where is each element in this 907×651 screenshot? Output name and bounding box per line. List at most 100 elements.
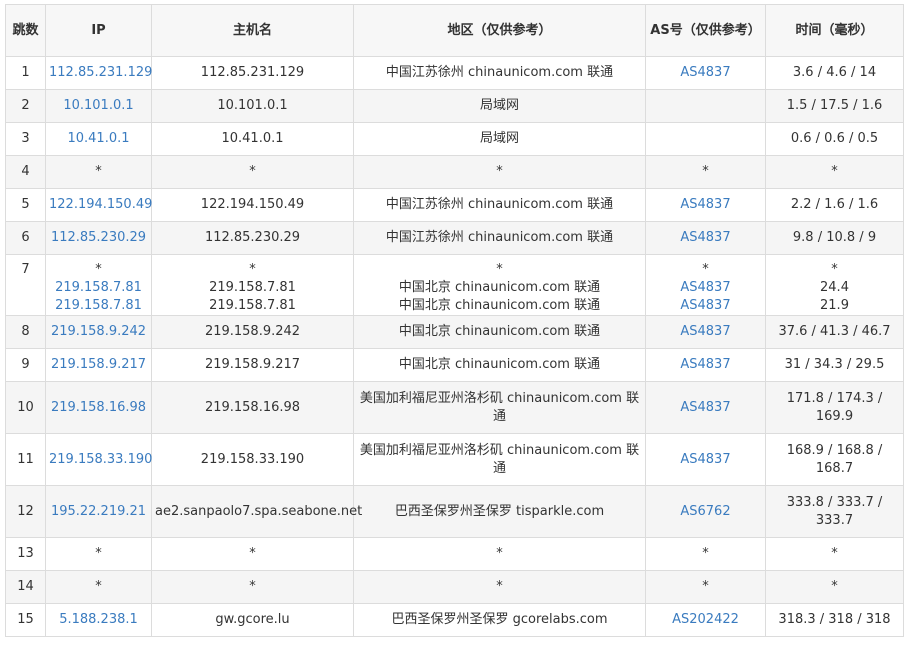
as-link[interactable]: AS4837 (649, 356, 762, 374)
as-link[interactable]: AS4837 (649, 399, 762, 417)
ip-link[interactable]: 5.188.238.1 (49, 611, 148, 629)
ip-cell: * 219.158.7.81 219.158.7.81 (45, 254, 152, 316)
as-link[interactable]: AS4837 (649, 229, 762, 247)
as-link[interactable]: AS202422 (649, 611, 762, 629)
time-text: 31 / 34.3 / 29.5 (784, 357, 885, 372)
as-link[interactable]: AS4837 (649, 323, 762, 341)
ip-text: * (95, 262, 102, 277)
ip-link[interactable]: 219.158.7.81 (49, 279, 148, 297)
as-link[interactable]: AS4837 (649, 196, 762, 214)
ip-link[interactable]: 219.158.7.81 (49, 297, 148, 315)
table-row: 3 10.41.0.1 10.41.0.1 局域网 0.6 / 0.6 / 0.5 (5, 122, 904, 156)
hostname-text: 219.158.9.242 (204, 324, 301, 339)
time-cell: 9.8 / 10.8 / 9 (765, 221, 904, 255)
hostname-text: 219.158.9.217 (204, 357, 301, 372)
region-text: 中国北京 chinaunicom.com 联通 (398, 298, 601, 313)
ip-cell: 122.194.150.49 (45, 188, 152, 222)
ip-link[interactable]: 10.41.0.1 (49, 130, 148, 148)
hostname-cell: 10.101.0.1 (151, 89, 354, 123)
hostname-text: * (249, 262, 256, 277)
ip-cell: 195.22.219.21 (45, 485, 152, 538)
hostname-text: * (249, 546, 256, 561)
region-text: 中国北京 chinaunicom.com 联通 (398, 280, 601, 295)
hostname-text: 219.158.33.190 (200, 451, 305, 467)
region-cell: 中国江苏徐州 chinaunicom.com 联通 (353, 188, 646, 222)
time-text: 24.4 (820, 280, 849, 295)
hostname-cell: * (151, 537, 354, 571)
region-text: 局域网 (479, 98, 519, 113)
hop-cell: 14 (5, 570, 46, 604)
hop-cell: 4 (5, 155, 46, 189)
hostname-cell: 10.41.0.1 (151, 122, 354, 156)
ip-link[interactable]: 219.158.33.190 (49, 451, 152, 469)
time-cell: 1.5 / 17.5 / 1.6 (765, 89, 904, 123)
ip-cell: * (45, 537, 152, 571)
ip-link[interactable]: 10.101.0.1 (49, 97, 148, 115)
region-cell: 巴西圣保罗州圣保罗 gcorelabs.com (353, 603, 646, 637)
region-text: 巴西圣保罗州圣保罗 gcorelabs.com (391, 612, 608, 627)
table-row: 13 * * * * * (5, 537, 904, 571)
time-cell: * (765, 155, 904, 189)
table-row: 8 219.158.9.242 219.158.9.242 中国北京 chinauni… (5, 315, 904, 349)
table-row: 1 112.85.231.129 112.85.231.129 中国江苏徐州 chin… (5, 56, 904, 90)
as-cell: * (645, 537, 766, 571)
region-text: 巴西圣保罗州圣保罗 tisparkle.com (394, 503, 605, 519)
ip-link[interactable]: 219.158.9.217 (49, 356, 148, 374)
ip-link[interactable]: 122.194.150.49 (49, 196, 152, 214)
time-text: 9.8 / 10.8 / 9 (792, 230, 877, 245)
ip-link[interactable]: 219.158.16.98 (49, 399, 148, 417)
hostname-text: gw.gcore.lu (215, 612, 290, 627)
time-cell: 37.6 / 41.3 / 46.7 (765, 315, 904, 349)
table-row: 4 * * * * * (5, 155, 904, 189)
region-cell: 中国北京 chinaunicom.com 联通 (353, 348, 646, 382)
header-hop: 跳数 (5, 4, 46, 57)
time-text: 3.6 / 4.6 / 14 (792, 65, 877, 80)
region-cell: 中国北京 chinaunicom.com 联通 (353, 315, 646, 349)
time-cell: 171.8 / 174.3 / 169.9 (765, 381, 904, 434)
hostname-cell: gw.gcore.lu (151, 603, 354, 637)
as-link[interactable]: AS6762 (649, 503, 762, 521)
table-row: 10 219.158.16.98 219.158.16.98 美国加利福尼亚州洛杉矶 … (5, 381, 904, 434)
hop-cell: 2 (5, 89, 46, 123)
region-cell: 局域网 (353, 122, 646, 156)
region-text: 中国北京 chinaunicom.com 联通 (398, 324, 601, 339)
hostname-cell: 219.158.33.190 (151, 433, 354, 486)
region-text: 中国江苏徐州 chinaunicom.com 联通 (385, 65, 614, 80)
time-text: 171.8 / 174.3 / 169.9 (786, 390, 883, 424)
as-link[interactable]: AS4837 (649, 279, 762, 297)
ip-link[interactable]: 112.85.231.129 (49, 64, 152, 82)
ip-link[interactable]: 195.22.219.21 (49, 503, 148, 521)
hostname-cell: * 219.158.7.81 219.158.7.81 (151, 254, 354, 316)
ip-cell: 112.85.230.29 (45, 221, 152, 255)
as-cell: AS6762 (645, 485, 766, 538)
time-text: 2.2 / 1.6 / 1.6 (790, 197, 879, 212)
region-text: 中国江苏徐州 chinaunicom.com 联通 (385, 230, 614, 245)
hostname-text: 219.158.7.81 (209, 298, 296, 313)
as-cell (645, 122, 766, 156)
traceroute-table: 跳数 IP 主机名 地区（仅供参考） AS号（仅供参考） 时间（毫秒） 1 112… (5, 4, 904, 637)
hostname-cell: 122.194.150.49 (151, 188, 354, 222)
ip-cell: * (45, 155, 152, 189)
region-cell: 中国江苏徐州 chinaunicom.com 联通 (353, 221, 646, 255)
as-link[interactable]: AS4837 (649, 451, 762, 469)
header-region: 地区（仅供参考） (353, 4, 646, 57)
ip-text: * (95, 579, 102, 594)
region-cell: 美国加利福尼亚州洛杉矶 chinaunicom.com 联通 (353, 433, 646, 486)
region-text: 中国江苏徐州 chinaunicom.com 联通 (385, 197, 614, 212)
as-link[interactable]: AS4837 (649, 297, 762, 315)
ip-cell: 5.188.238.1 (45, 603, 152, 637)
hop-cell: 13 (5, 537, 46, 571)
ip-link[interactable]: 112.85.230.29 (49, 229, 148, 247)
as-link[interactable]: AS4837 (649, 64, 762, 82)
hostname-cell: * (151, 570, 354, 604)
time-cell: 3.6 / 4.6 / 14 (765, 56, 904, 90)
table-row: 2 10.101.0.1 10.101.0.1 局域网 1.5 / 17.5 / 1.6 (5, 89, 904, 123)
as-cell: AS4837 (645, 315, 766, 349)
time-text: 318.3 / 318 / 318 (778, 612, 891, 627)
table-row: 6 112.85.230.29 112.85.230.29 中国江苏徐州 chinau… (5, 221, 904, 255)
hostname-text: * (249, 164, 256, 179)
ip-link[interactable]: 219.158.9.242 (49, 323, 148, 341)
hop-cell: 9 (5, 348, 46, 382)
hop-cell: 3 (5, 122, 46, 156)
region-cell: * (353, 155, 646, 189)
